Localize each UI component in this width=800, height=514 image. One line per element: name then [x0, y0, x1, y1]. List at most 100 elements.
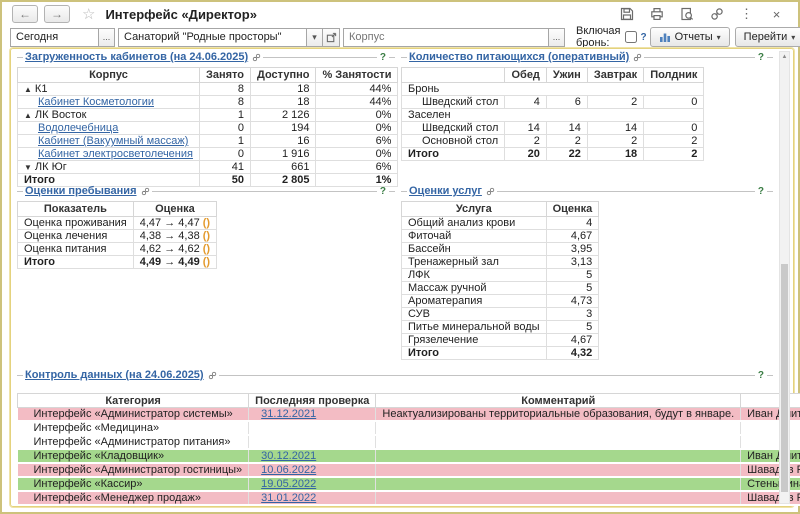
- column-header[interactable]: Последняя проверка: [249, 394, 376, 408]
- column-header[interactable]: Обед: [505, 68, 546, 83]
- cabinet-link[interactable]: Водолечебница: [38, 122, 118, 134]
- column-header[interactable]: % Занятости: [316, 68, 398, 83]
- sanatorium-dropdown-button[interactable]: ▾: [306, 28, 323, 47]
- service-ratings-table: Услуга Оценка Общий анализ крови4Фиточай…: [401, 201, 599, 360]
- vertical-scrollbar[interactable]: ▲: [779, 51, 790, 504]
- back-button[interactable]: ←: [12, 5, 38, 23]
- check-date-link[interactable]: 31.12.2021: [261, 408, 316, 420]
- goto-report-icon[interactable]: [208, 371, 217, 380]
- value-cell: 6%: [316, 135, 398, 148]
- check-date-link[interactable]: 30.12.2021: [261, 450, 316, 462]
- expand-icon[interactable]: ▼: [24, 163, 32, 172]
- value-cell: 20: [505, 148, 546, 161]
- sanatorium-open-button[interactable]: [323, 28, 340, 47]
- scroll-up-icon[interactable]: ▲: [780, 52, 789, 62]
- check-date-link[interactable]: 10.06.2022: [261, 464, 316, 476]
- value-cell: 2: [546, 135, 587, 148]
- corpus-cell[interactable]: ▲ЛК Восток: [18, 109, 200, 122]
- column-header[interactable]: Доступно: [251, 68, 316, 83]
- panel-cabinets-title-link[interactable]: Загруженность кабинетов (на 24.06.2025): [23, 51, 250, 63]
- forward-button[interactable]: →: [44, 5, 70, 23]
- reports-button[interactable]: Отчеты ▾: [650, 27, 730, 47]
- period-input[interactable]: [10, 28, 98, 47]
- cabinet-link[interactable]: Кабинет Косметологии: [38, 96, 154, 108]
- print-icon[interactable]: [649, 7, 664, 22]
- bar-chart-icon: [659, 31, 671, 43]
- link-icon[interactable]: [709, 7, 724, 22]
- comment-cell: [376, 463, 741, 477]
- expand-icon[interactable]: ▲: [24, 85, 32, 94]
- goto-report-icon[interactable]: [141, 187, 150, 196]
- goto-report-icon[interactable]: [252, 53, 261, 62]
- group-label[interactable]: Заселен: [402, 109, 704, 122]
- value-cell: 0%: [316, 109, 398, 122]
- value-cell: 2: [505, 135, 546, 148]
- include-booking-help-link[interactable]: ?: [641, 32, 647, 43]
- column-header[interactable]: Занято: [199, 68, 250, 83]
- scrollbar-thumb[interactable]: [781, 264, 788, 492]
- check-date-link[interactable]: 19.05.2022: [261, 478, 316, 490]
- column-header[interactable]: Услуга: [402, 202, 547, 217]
- column-header[interactable]: Оценка: [546, 202, 599, 217]
- value-cell: 8: [199, 83, 250, 96]
- indicator-label: Оценка питания: [18, 243, 134, 256]
- goto-report-icon[interactable]: [486, 187, 495, 196]
- column-header[interactable]: Оценка: [133, 202, 216, 217]
- panel-meals: Количество питающихся (оперативный) ? Об…: [401, 51, 773, 183]
- column-header[interactable]: Показатель: [18, 202, 134, 217]
- close-icon[interactable]: ×: [769, 7, 784, 22]
- titlebar: ← → ☆ Интерфейс «Директор» ⋮ ×: [2, 2, 798, 26]
- sanatorium-input[interactable]: [118, 28, 306, 47]
- column-header[interactable]: Комментарий: [376, 394, 741, 408]
- expand-icon[interactable]: ▲: [24, 111, 32, 120]
- table-row: Итого4,49 → 4,49 (): [18, 256, 217, 269]
- column-header[interactable]: Ответственный: [741, 394, 800, 408]
- category-cell: Интерфейс «Администратор гостиницы»: [18, 463, 249, 477]
- trend-icon: (): [203, 230, 210, 242]
- panel-service-ratings-title-link[interactable]: Оценки услуг: [407, 185, 484, 197]
- table-row: ▲ЛК Восток12 1260%: [18, 109, 398, 122]
- comment-cell: Неактуализированы территориальные образо…: [376, 408, 741, 422]
- value-cell: 1 916: [251, 148, 316, 161]
- column-header[interactable]: Завтрак: [587, 68, 643, 83]
- panel-stay-ratings-title-link[interactable]: Оценки пребывания: [23, 185, 139, 197]
- panel-help-link[interactable]: ?: [377, 186, 389, 197]
- panel-data-control-title-link[interactable]: Контроль данных (на 24.06.2025): [23, 369, 206, 381]
- corpus-cell[interactable]: ▲К1: [18, 83, 200, 96]
- more-menu-icon[interactable]: ⋮: [739, 7, 754, 22]
- panel-meals-title-link[interactable]: Количество питающихся (оперативный): [407, 51, 631, 63]
- value-cell: 2: [587, 135, 643, 148]
- rating-cell: 3,13: [546, 256, 599, 269]
- cabinet-link[interactable]: Кабинет электросветолечения: [38, 148, 193, 160]
- period-more-button[interactable]: ...: [98, 28, 115, 47]
- goto-report-icon[interactable]: [633, 53, 642, 62]
- cabinet-link[interactable]: Кабинет (Вакуумный массаж): [38, 135, 188, 147]
- panel-help-link[interactable]: ?: [755, 52, 767, 63]
- column-header[interactable]: Корпус: [18, 68, 200, 83]
- favorite-star-icon[interactable]: ☆: [82, 5, 95, 23]
- panel-help-link[interactable]: ?: [755, 186, 767, 197]
- period-field: ...: [10, 28, 115, 47]
- korpus-input[interactable]: [343, 28, 548, 47]
- table-row: Питье минеральной воды5: [402, 321, 599, 334]
- corpus-cell[interactable]: ▼ЛК Юг: [18, 161, 200, 174]
- meal-label: Итого: [402, 148, 505, 161]
- check-date-link[interactable]: 31.01.2022: [261, 492, 316, 504]
- indicator-label: Оценка проживания: [18, 217, 134, 230]
- panel-help-link[interactable]: ?: [377, 52, 389, 63]
- rating-cell: 3,95: [546, 243, 599, 256]
- value-cell: 16: [251, 135, 316, 148]
- panel-help-link[interactable]: ?: [755, 370, 767, 381]
- column-header[interactable]: [402, 68, 505, 83]
- column-header[interactable]: Ужин: [546, 68, 587, 83]
- korpus-more-button[interactable]: ...: [548, 28, 565, 47]
- save-icon[interactable]: [619, 7, 634, 22]
- preview-icon[interactable]: [679, 7, 694, 22]
- column-header[interactable]: Категория: [18, 394, 249, 408]
- goto-button[interactable]: Перейти ▾: [735, 27, 800, 47]
- group-label[interactable]: Бронь: [402, 83, 704, 96]
- value-cell: 18: [251, 83, 316, 96]
- include-booking-checkbox[interactable]: [625, 31, 637, 43]
- column-header[interactable]: Полдник: [644, 68, 704, 83]
- last-check-cell: [249, 435, 376, 449]
